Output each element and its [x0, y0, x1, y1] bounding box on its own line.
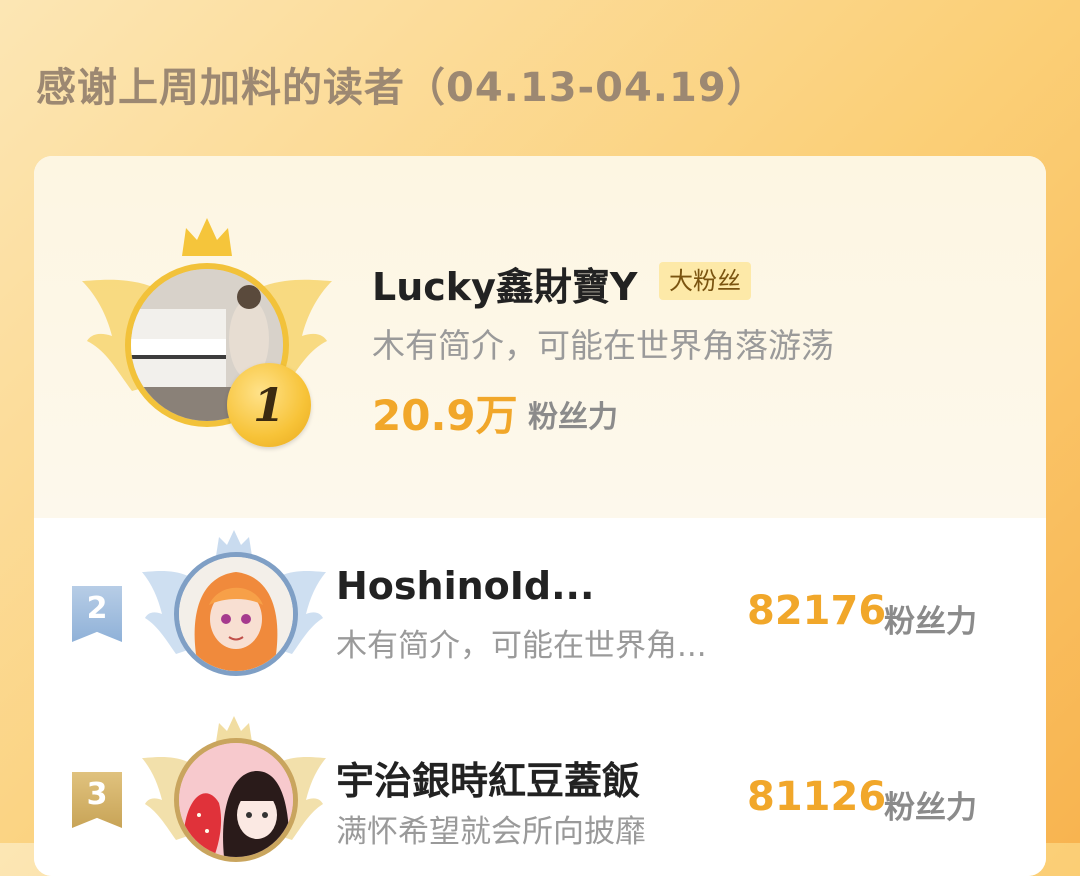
supporters-card: 1 Lucky鑫財寶Y 大粉丝 木有简介，可能在世界角落游荡 20.9万 粉丝力… — [34, 156, 1046, 876]
page-title: 感谢上周加料的读者（04.13-04.19） — [36, 65, 768, 111]
top-supporter-name[interactable]: Lucky鑫財寶Y — [372, 256, 637, 311]
list-item[interactable]: 2 HoshinoId... 木有简介，可能在世界角... 82176 粉丝力 — [34, 518, 1046, 698]
avatar-image — [179, 557, 293, 671]
top-supporter-score: 20.9万 — [372, 391, 518, 440]
avatar[interactable] — [174, 738, 298, 862]
rank-flag-icon: 3 — [72, 772, 122, 828]
score-label: 粉丝力 — [884, 790, 977, 826]
top-supporter-intro: 木有简介，可能在世界角落游荡 — [372, 326, 834, 365]
fan-level-badge: 大粉丝 — [659, 262, 751, 300]
crown-icon — [182, 218, 232, 256]
rank-flag-icon: 2 — [72, 586, 122, 642]
rank-badge: 1 — [227, 363, 311, 447]
supporter-intro: 木有简介，可能在世界角... — [336, 628, 707, 664]
supporter-name[interactable]: 宇治銀時紅豆蓋飯 — [336, 750, 640, 805]
top-supporter[interactable]: 1 Lucky鑫財寶Y 大粉丝 木有简介，可能在世界角落游荡 20.9万 粉丝力 — [34, 156, 1046, 518]
supporter-score: 81126 — [747, 774, 887, 820]
avatar[interactable] — [174, 552, 298, 676]
supporter-intro: 满怀希望就会所向披靡 — [336, 814, 646, 850]
ranking-list: 2 HoshinoId... 木有简介，可能在世界角... 82176 粉丝力 … — [34, 518, 1046, 876]
score-label: 粉丝力 — [528, 400, 618, 435]
avatar-frame — [142, 528, 326, 698]
list-item[interactable]: 3 宇治銀時紅豆蓋飯 满怀希望就会所向披靡 81126 粉丝力 — [34, 704, 1046, 876]
supporter-score: 82176 — [747, 588, 887, 634]
top-avatar-frame: 1 — [82, 216, 332, 456]
avatar-frame — [142, 714, 326, 876]
avatar-image — [179, 743, 293, 857]
supporter-name[interactable]: HoshinoId... — [336, 564, 594, 608]
score-label: 粉丝力 — [884, 604, 977, 640]
